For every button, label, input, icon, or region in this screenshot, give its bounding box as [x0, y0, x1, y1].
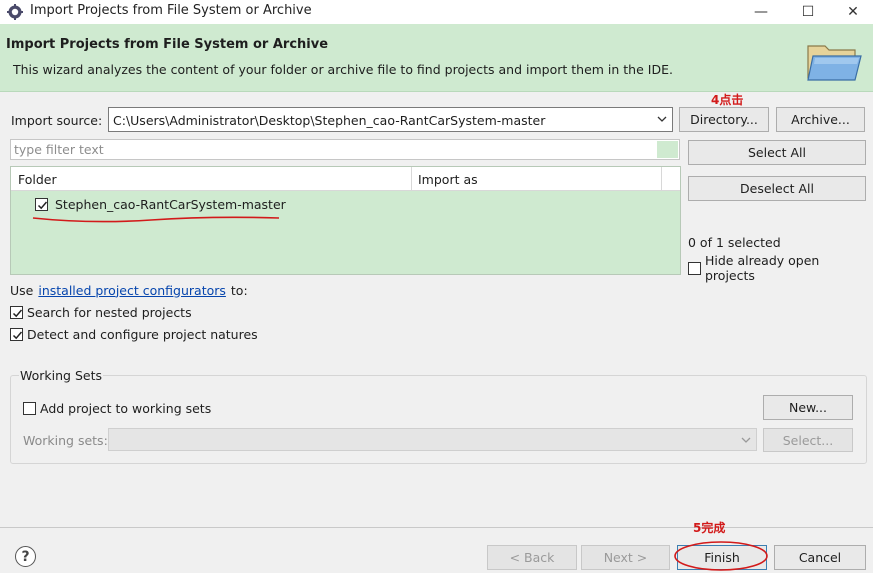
title-bar: Import Projects from File System or Arch… — [0, 0, 873, 24]
archive-button[interactable]: Archive... — [776, 107, 865, 132]
working-sets-label: Working sets: — [23, 433, 108, 448]
project-checkbox[interactable] — [35, 197, 48, 211]
minimize-button[interactable]: — — [739, 0, 783, 24]
import-source-combo[interactable]: C:\Users\Administrator\Desktop\Stephen_c… — [108, 107, 673, 132]
wizard-heading: Import Projects from File System or Arch… — [6, 37, 329, 52]
new-working-set-button[interactable]: New... — [763, 395, 853, 420]
chevron-down-icon — [657, 116, 667, 122]
cancel-button[interactable]: Cancel — [774, 545, 866, 570]
working-sets-combo[interactable] — [108, 428, 757, 451]
detect-natures-checkbox[interactable] — [10, 327, 23, 341]
hide-open-projects-checkbox[interactable] — [688, 261, 701, 275]
column-folder[interactable]: Folder — [18, 172, 57, 187]
close-button[interactable]: ✕ — [831, 0, 873, 24]
filter-field[interactable] — [10, 139, 680, 160]
table-header: Folder Import as — [11, 167, 680, 191]
import-source-value: C:\Users\Administrator\Desktop\Stephen_c… — [113, 113, 546, 128]
window-title: Import Projects from File System or Arch… — [30, 3, 312, 18]
footer-divider — [0, 527, 873, 528]
red-underline-annotation — [32, 216, 280, 223]
maximize-button[interactable]: ☐ — [786, 0, 830, 24]
wizard-banner: Import Projects from File System or Arch… — [0, 24, 873, 92]
configurators-line: Use installed project configurators to: — [10, 282, 248, 298]
directory-button[interactable]: Directory... — [679, 107, 769, 132]
add-to-working-sets-option[interactable]: Add project to working sets — [23, 400, 211, 416]
use-suffix: to: — [230, 282, 248, 298]
checkmark-icon — [12, 331, 23, 339]
column-import-as[interactable]: Import as — [418, 172, 478, 187]
add-to-working-sets-label: Add project to working sets — [40, 400, 212, 416]
annotation-step4: 4点击 — [711, 93, 744, 107]
chevron-down-icon — [741, 437, 751, 443]
use-prefix: Use — [10, 282, 34, 298]
selection-status: 0 of 1 selected — [688, 235, 781, 250]
filter-clear-icon[interactable] — [657, 141, 678, 158]
search-nested-checkbox[interactable] — [10, 305, 23, 319]
next-button[interactable]: Next > — [581, 545, 670, 570]
checkmark-icon — [12, 309, 23, 317]
projects-table: Folder Import as Stephen_cao-RantCarSyst… — [10, 166, 681, 275]
deselect-all-button[interactable]: Deselect All — [688, 176, 866, 201]
select-working-sets-button[interactable]: Select... — [763, 428, 853, 452]
search-nested-option[interactable]: Search for nested projects — [10, 304, 192, 320]
help-icon[interactable]: ? — [15, 546, 36, 567]
red-circle-annotation — [674, 541, 768, 571]
configurators-link[interactable]: installed project configurators — [38, 283, 226, 298]
back-button[interactable]: < Back — [487, 545, 577, 570]
select-all-button[interactable]: Select All — [688, 140, 866, 165]
folder-icon — [807, 45, 862, 81]
hide-open-projects-label: Hide already open projects — [705, 253, 820, 283]
working-sets-legend: Working Sets — [19, 368, 103, 383]
search-nested-label: Search for nested projects — [27, 304, 192, 320]
hide-open-projects-option[interactable]: Hide already open projects — [688, 253, 873, 283]
wizard-description: This wizard analyzes the content of your… — [13, 62, 673, 77]
add-to-working-sets-checkbox[interactable] — [23, 401, 36, 415]
detect-natures-option[interactable]: Detect and configure project natures — [10, 326, 258, 342]
import-source-label: Import source: — [11, 113, 103, 128]
annotation-step5: 5完成 — [693, 521, 726, 535]
eclipse-gear-icon — [7, 4, 23, 20]
filter-input[interactable] — [11, 140, 651, 159]
detect-natures-label: Detect and configure project natures — [27, 326, 258, 342]
